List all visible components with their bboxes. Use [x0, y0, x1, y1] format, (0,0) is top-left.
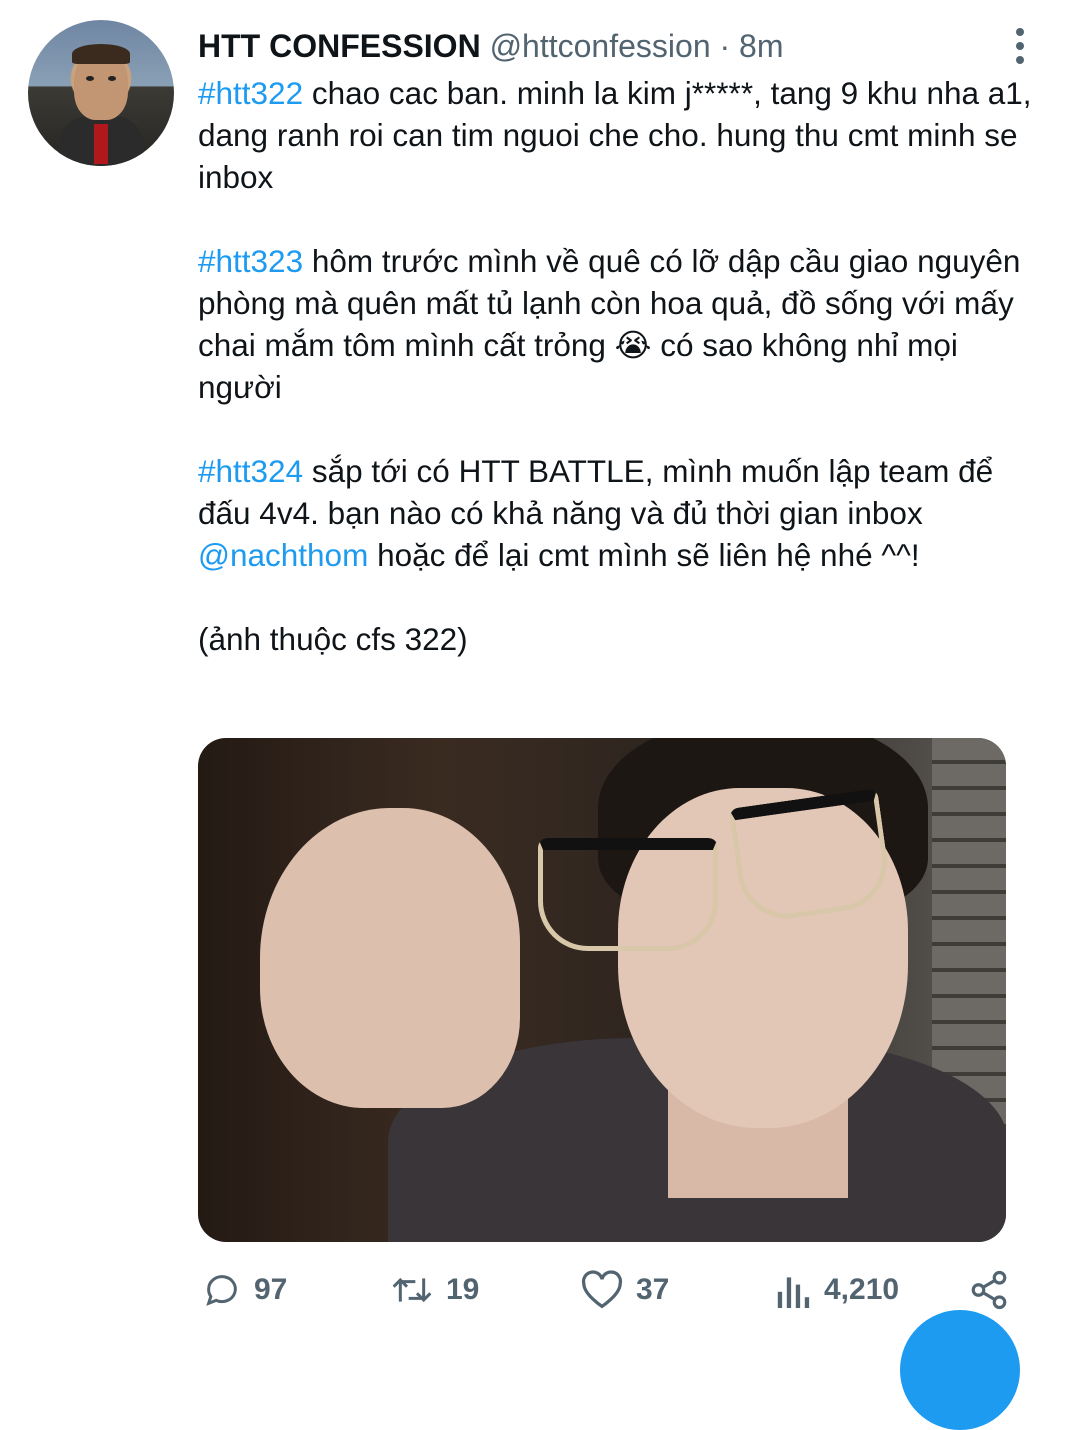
tweet-time[interactable]: 8m — [739, 28, 783, 64]
paragraph-htt322: #htt322 chao cac ban. minh la kim j*****… — [198, 72, 1048, 198]
mention-link[interactable]: @nachthom — [198, 537, 368, 573]
views-icon — [777, 1277, 810, 1308]
more-vertical-icon[interactable] — [1008, 28, 1032, 64]
tweet-actions: 97 19 37 4,210 — [198, 1262, 1028, 1318]
tweet-header: HTT CONFESSION @httconfession · 8m — [198, 26, 784, 66]
separator-dot: · — [719, 28, 731, 64]
hashtag-link[interactable]: #htt324 — [198, 453, 303, 489]
retweet-icon — [392, 1277, 432, 1303]
author-handle[interactable]: @httconfession — [490, 28, 711, 64]
paragraph-text: (ảnh thuộc cfs 322) — [198, 621, 468, 657]
views-count: 4,210 — [824, 1273, 900, 1306]
compose-fab[interactable] — [900, 1310, 1020, 1430]
like-button[interactable]: 37 — [580, 1262, 669, 1318]
reply-button[interactable]: 97 — [202, 1262, 287, 1318]
paragraph-photo-credit: (ảnh thuộc cfs 322) — [198, 618, 1048, 660]
photo-hand — [260, 808, 520, 1108]
retweet-count: 19 — [446, 1273, 480, 1306]
paragraph-text: sắp tới có HTT BATTLE, mình muốn lập tea… — [198, 453, 994, 531]
paragraph-htt323: #htt323 hôm trước mình về quê có lỡ dập … — [198, 240, 1048, 408]
like-icon — [581, 1270, 623, 1309]
hashtag-link[interactable]: #htt322 — [198, 75, 303, 111]
avatar-eye-left — [86, 76, 94, 81]
paragraph-text: hoặc để lại cmt mình sẽ liên hệ nhé ^^! — [368, 537, 920, 573]
avatar-tie — [94, 124, 108, 164]
share-button[interactable] — [968, 1262, 1022, 1318]
photo-glasses-left — [538, 838, 718, 951]
tweet-text: #htt322 chao cac ban. minh la kim j*****… — [198, 72, 1048, 702]
retweet-button[interactable]: 19 — [390, 1262, 479, 1318]
like-count: 37 — [636, 1273, 670, 1306]
reply-count: 97 — [254, 1273, 288, 1306]
paragraph-htt324: #htt324 sắp tới có HTT BATTLE, mình muốn… — [198, 450, 1048, 576]
views-button[interactable]: 4,210 — [776, 1262, 899, 1318]
tweet-photo[interactable] — [198, 738, 1006, 1242]
author-name[interactable]: HTT CONFESSION — [198, 28, 481, 64]
reply-icon — [206, 1275, 237, 1306]
share-icon — [971, 1270, 1007, 1310]
paragraph-text: hôm trước mình về quê có lỡ dập cầu giao… — [198, 243, 1021, 405]
hashtag-link[interactable]: #htt323 — [198, 243, 303, 279]
author-avatar[interactable] — [28, 20, 174, 166]
paragraph-text: chao cac ban. minh la kim j*****, tang 9… — [198, 75, 1032, 195]
avatar-hair — [72, 44, 130, 64]
avatar-eye-right — [108, 76, 116, 81]
